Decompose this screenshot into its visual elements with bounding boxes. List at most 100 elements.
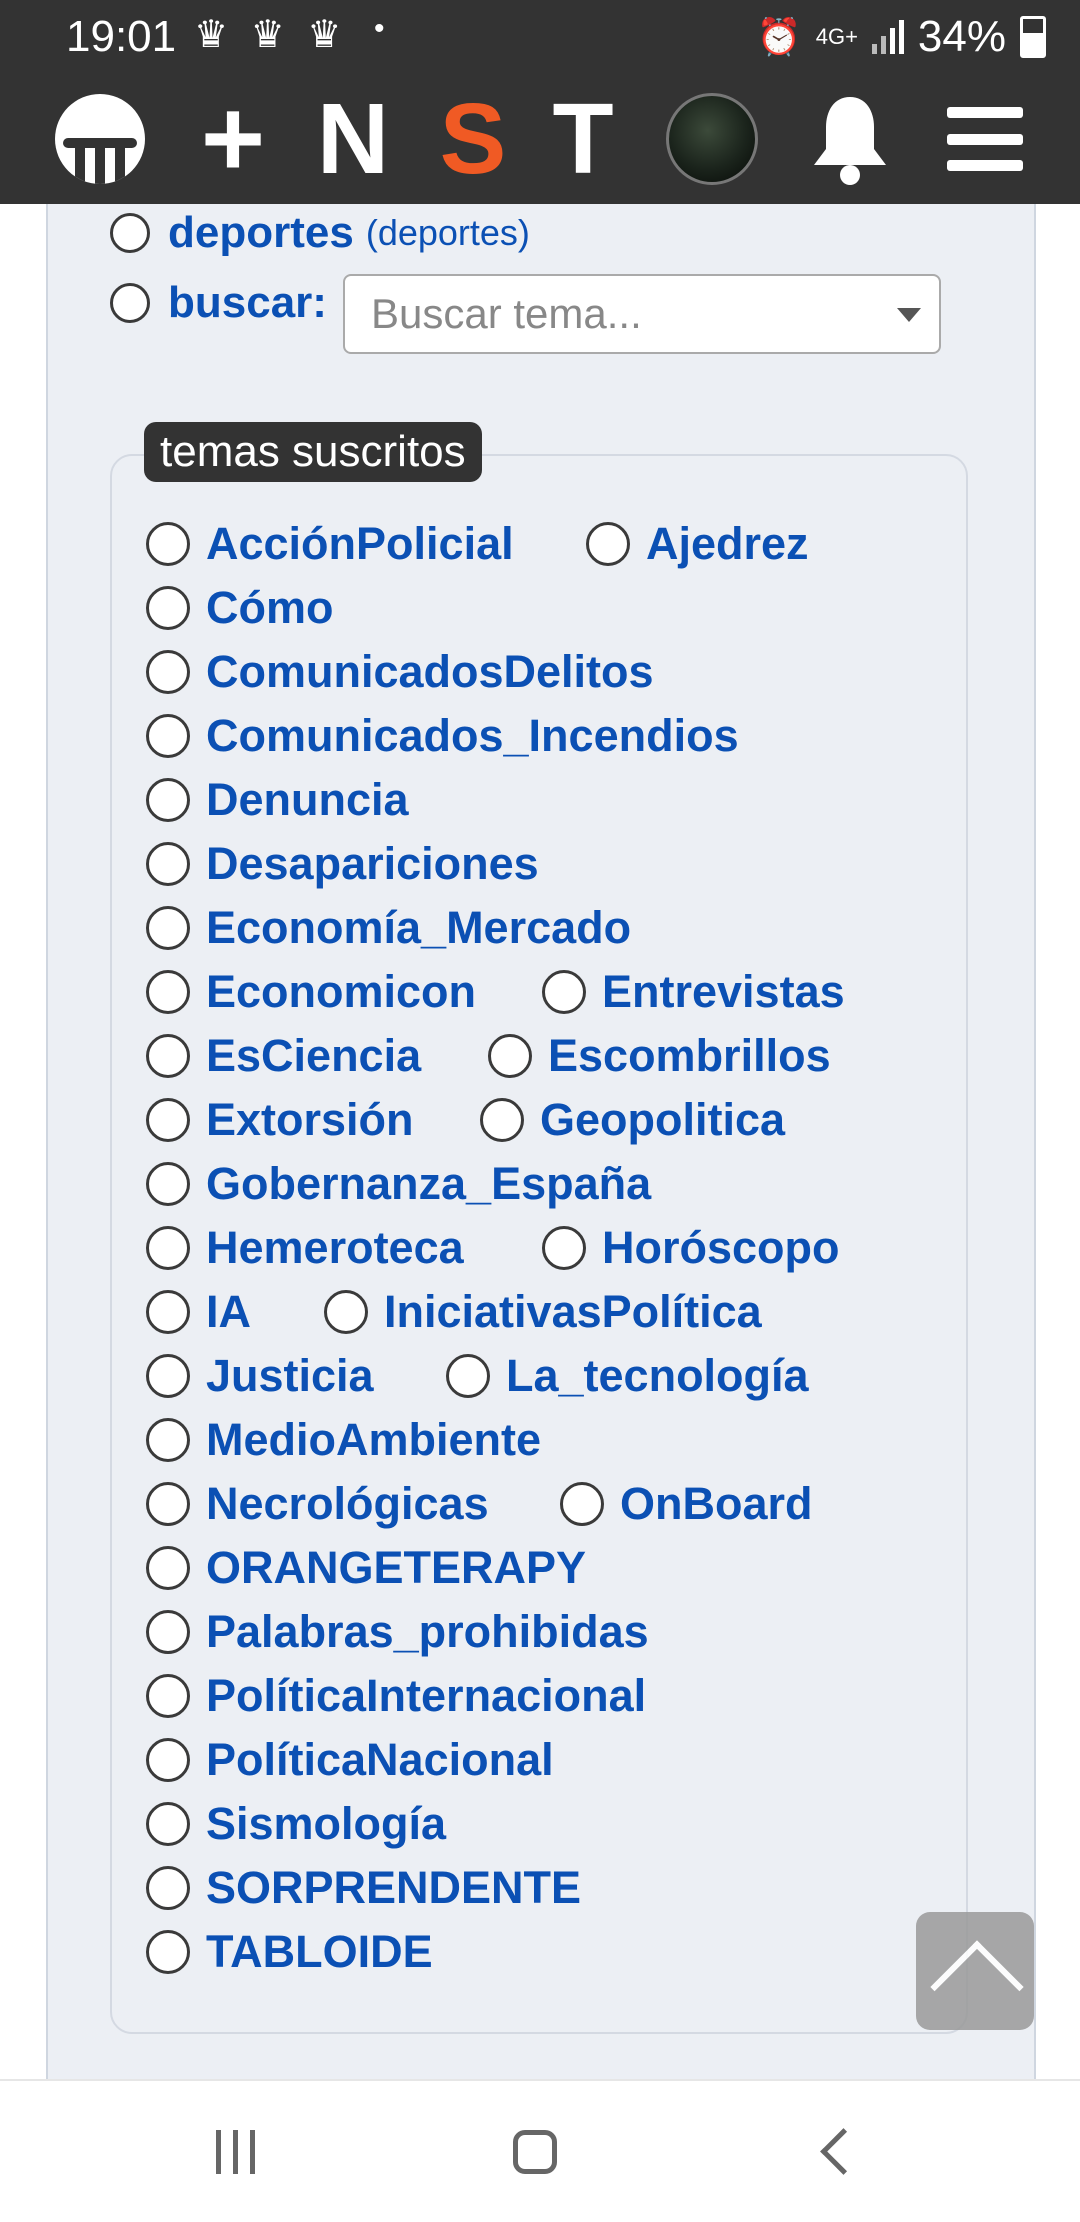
topic-radio[interactable] (586, 522, 630, 566)
topic-radio[interactable] (146, 1354, 190, 1398)
topic-item[interactable]: MedioAmbiente (146, 1414, 541, 1466)
topic-item[interactable]: La_tecnología (446, 1350, 809, 1402)
back-button[interactable] (788, 2081, 898, 2222)
topic-item[interactable]: ComunicadosDelitos (146, 646, 654, 698)
topic-radio[interactable] (146, 1034, 190, 1078)
topic-radio[interactable] (324, 1290, 368, 1334)
topic-item[interactable]: Denuncia (146, 774, 409, 826)
topic-item[interactable]: Economía_Mercado (146, 902, 631, 954)
bell-icon (814, 97, 886, 185)
topic-radio[interactable] (146, 1226, 190, 1270)
topic-radio[interactable] (146, 906, 190, 950)
deportes-sublabel: (deportes) (365, 212, 530, 253)
topic-item[interactable]: Extorsión (146, 1094, 414, 1146)
deportes-label: deportes (168, 208, 354, 257)
topic-item[interactable]: IniciativasPolítica (324, 1286, 762, 1338)
new-post-button[interactable]: + (188, 74, 278, 204)
topic-radio[interactable] (146, 1418, 190, 1462)
topic-item[interactable]: Escombrillos (488, 1030, 831, 1082)
topic-item[interactable]: Geopolitica (480, 1094, 785, 1146)
topic-radio[interactable] (146, 970, 190, 1014)
topic-item[interactable]: Comunicados_Incendios (146, 710, 739, 762)
topic-radio[interactable] (146, 1674, 190, 1718)
topic-item[interactable]: PolíticaInternacional (146, 1670, 646, 1722)
topic-radio[interactable] (146, 1930, 190, 1974)
topic-item[interactable]: Desapariciones (146, 838, 539, 890)
topic-radio[interactable] (146, 714, 190, 758)
topic-radio[interactable] (146, 1802, 190, 1846)
topic-item[interactable]: AcciónPolicial (146, 518, 514, 570)
topic-radio[interactable] (146, 1162, 190, 1206)
topic-label: ORANGETERAPY (206, 1542, 587, 1593)
topic-item[interactable]: IA (146, 1286, 251, 1338)
nav-n-button[interactable]: N (308, 74, 398, 204)
topic-label: Economicon (206, 966, 477, 1017)
topic-item[interactable]: Economicon (146, 966, 476, 1018)
battery-icon (1020, 16, 1046, 58)
scroll-to-top-button[interactable] (916, 1912, 1034, 2030)
topic-label: SORPRENDENTE (206, 1862, 582, 1913)
radio-deportes[interactable] (110, 213, 150, 253)
topic-radio[interactable] (146, 650, 190, 694)
topic-radio[interactable] (146, 586, 190, 630)
home-button[interactable] (480, 2081, 590, 2222)
topic-label: Economía_Mercado (206, 902, 632, 953)
topic-item[interactable]: SORPRENDENTE (146, 1862, 581, 1914)
recent-apps-button[interactable] (180, 2081, 290, 2222)
topic-radio[interactable] (146, 842, 190, 886)
main-content: deportes (deportes) buscar: Buscar tema.… (0, 204, 1080, 2079)
topic-item[interactable]: Justicia (146, 1350, 374, 1402)
topic-radio[interactable] (542, 1226, 586, 1270)
topic-radio[interactable] (480, 1098, 524, 1142)
topic-radio[interactable] (146, 1738, 190, 1782)
user-avatar-button[interactable] (664, 74, 760, 204)
topic-item[interactable]: Gobernanza_España (146, 1158, 651, 1210)
topic-label: La_tecnología (506, 1350, 809, 1401)
notifications-button[interactable] (800, 74, 900, 204)
option-deportes[interactable]: deportes (deportes) (110, 208, 530, 258)
topic-item[interactable]: Cómo (146, 582, 334, 634)
topic-item[interactable]: Hemeroteca (146, 1222, 464, 1274)
topic-item[interactable]: Sismología (146, 1798, 446, 1850)
back-icon (819, 2128, 867, 2175)
radio-buscar[interactable] (110, 283, 150, 323)
topic-radio[interactable] (146, 1610, 190, 1654)
topic-item[interactable]: Palabras_prohibidas (146, 1606, 649, 1658)
topic-item[interactable]: ORANGETERAPY (146, 1542, 586, 1594)
topic-item[interactable]: Entrevistas (542, 966, 845, 1018)
topic-label: Sismología (206, 1798, 447, 1849)
subscribed-topics-legend: temas suscritos (144, 422, 482, 482)
nav-s-button[interactable]: S (428, 74, 518, 204)
chevron-down-icon (897, 308, 921, 322)
recents-icon (215, 2129, 255, 2174)
topic-label: Hemeroteca (206, 1222, 464, 1273)
main-menu-button[interactable] (940, 74, 1030, 204)
topic-item[interactable]: TABLOIDE (146, 1926, 433, 1978)
status-time: 19:01 (66, 12, 177, 61)
topic-radio[interactable] (560, 1482, 604, 1526)
topic-radio[interactable] (146, 1290, 190, 1334)
topic-item[interactable]: EsCiencia (146, 1030, 421, 1082)
battery-percent: 34% (917, 12, 1006, 61)
nav-t-button[interactable]: T (538, 74, 628, 204)
topic-radio[interactable] (488, 1034, 532, 1078)
topic-radio[interactable] (146, 1546, 190, 1590)
topic-search-select[interactable]: Buscar tema... (343, 274, 941, 354)
topic-radio[interactable] (146, 1866, 190, 1910)
topic-radio[interactable] (146, 778, 190, 822)
topic-item[interactable]: Ajedrez (586, 518, 809, 570)
topic-radio[interactable] (146, 1098, 190, 1142)
home-logo-button[interactable] (50, 74, 150, 204)
topic-radio[interactable] (542, 970, 586, 1014)
topic-item[interactable]: PolíticaNacional (146, 1734, 554, 1786)
topic-item[interactable]: Necrológicas (146, 1478, 489, 1530)
option-buscar[interactable]: buscar: (110, 278, 327, 328)
topic-label: EsCiencia (206, 1030, 422, 1081)
topic-radio[interactable] (146, 522, 190, 566)
topic-item[interactable]: Horóscopo (542, 1222, 840, 1274)
topic-label: Entrevistas (602, 966, 845, 1017)
topic-item[interactable]: OnBoard (560, 1478, 813, 1530)
topic-radio[interactable] (446, 1354, 490, 1398)
topic-radio[interactable] (146, 1482, 190, 1526)
topic-label: Geopolitica (540, 1094, 786, 1145)
